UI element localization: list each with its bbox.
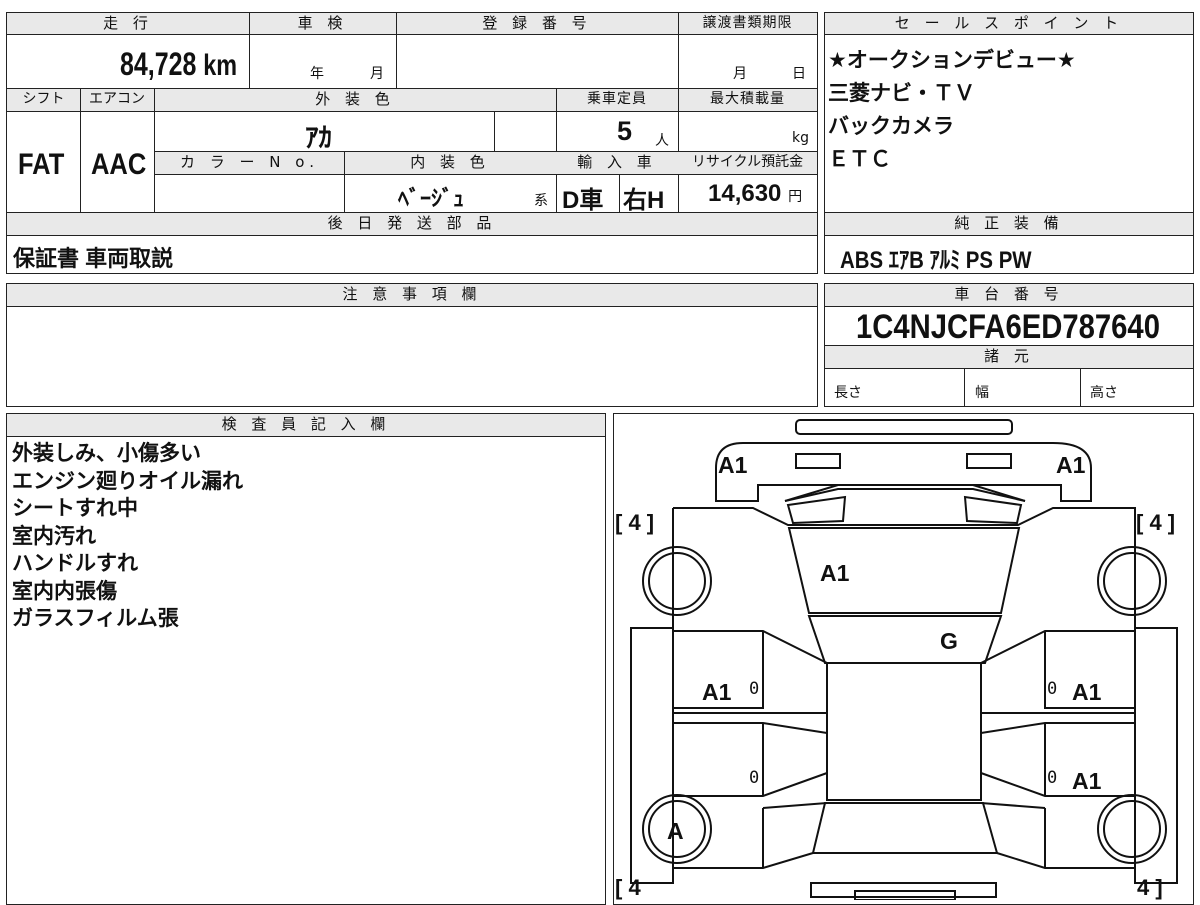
front-right-door-num: 0 <box>1047 679 1058 699</box>
height-label: 高さ <box>1090 385 1118 401</box>
inspector-note: シートすれ中 <box>12 496 138 520</box>
mileage-header: 走 行 <box>7 13 249 35</box>
inspector-note: 室内内張傷 <box>12 578 117 603</box>
inspector-note: 外装しみ、小傷多い <box>12 441 201 465</box>
sales-point-item: 三菱ナビ・ＴＶ <box>828 81 975 105</box>
shift-header: シフト <box>7 89 80 112</box>
tire-rear-left-label: [ 4 <box>615 875 641 900</box>
exterior-color-header: 外 装 色 <box>154 89 556 112</box>
max-load-unit: kg <box>792 130 809 146</box>
hood-mark: A1 <box>820 560 850 586</box>
sales-point-item: ＥＴＣ <box>828 147 891 171</box>
inspection-header: 車 検 <box>249 13 396 35</box>
front-right-door-mark: A1 <box>1072 679 1102 705</box>
front-left-corner-mark: A1 <box>718 452 748 478</box>
transfer-month: 月 <box>733 66 747 82</box>
tire-front-right-label: [ 4 ] <box>1136 510 1176 535</box>
front-left-door-num: 0 <box>749 679 760 699</box>
recycle-fee-header: リサイクル預託金 <box>678 152 817 175</box>
capacity-header: 乗車定員 <box>556 89 678 112</box>
inspector-note: ガラスフィルム張 <box>12 606 179 630</box>
mileage-value: 84,728 km <box>120 46 237 83</box>
transfer-deadline-header: 譲渡書類期限 <box>678 13 817 35</box>
inspector-note: エンジン廻りオイル漏れ <box>12 468 243 493</box>
front-left-door-mark: A1 <box>702 679 732 705</box>
sales-point-item: バックカメラ <box>828 114 954 138</box>
later-parts-value: 保証書 車両取説 <box>13 246 174 271</box>
standard-equipment-value: ABS ｴｱB ｱﾙﾐ PS PW <box>840 247 1032 274</box>
tire-front-left-label: [ 4 ] <box>615 510 655 535</box>
aircon-value: AAC <box>91 148 147 181</box>
interior-color-value: ﾍﾞｰｼﾞｭ <box>398 186 465 211</box>
registration-header: 登 録 番 号 <box>396 13 678 35</box>
chassis-number: 1C4NJCFA6ED787640 <box>856 308 1160 346</box>
mileage-unit: km <box>203 49 238 82</box>
recycle-unit: 円 <box>788 188 803 204</box>
tire-rear-right-label: 4 ] <box>1137 875 1163 900</box>
inspector-notes-list: 外装しみ、小傷多い エンジン廻りオイル漏れ シートすれ中 室内汚れ ハンドルすれ… <box>12 440 243 633</box>
windshield-mark: G <box>940 628 958 654</box>
sales-points-header: セ ー ル ス ポ イ ン ト <box>825 13 1193 35</box>
sales-points-list: ★オークションデビュー★ 三菱ナビ・ＴＶ バックカメラ ＥＴＣ <box>828 44 1076 176</box>
mileage-number: 84,728 <box>120 46 197 82</box>
car-diagram <box>630 419 1178 900</box>
import-header: 輸 入 車 <box>556 152 678 175</box>
inspection-year: 年 <box>310 66 324 82</box>
front-right-corner-mark: A1 <box>1056 452 1086 478</box>
import-value: D車 <box>562 187 604 214</box>
length-label: 長さ <box>834 385 862 401</box>
capacity-value: 5 <box>617 116 633 146</box>
exterior-color-value: ｱｶ <box>305 123 332 153</box>
shift-value: FAT <box>18 148 65 181</box>
inspector-note: ハンドルすれ <box>12 551 138 575</box>
inspection-month: 月 <box>370 66 384 82</box>
color-no-header: カ ラ ー N o. <box>155 152 344 175</box>
transfer-day: 日 <box>792 66 806 82</box>
recycle-number: 14,630 <box>708 180 782 207</box>
inspector-note: 室内汚れ <box>12 523 96 548</box>
specs-header: 諸 元 <box>825 346 1193 369</box>
rear-left-door-num: 0 <box>749 768 760 788</box>
interior-suffix: 系 <box>534 193 548 209</box>
rear-right-door-num: 0 <box>1047 768 1058 788</box>
rear-left-wheel-mark: A <box>667 818 684 844</box>
inspector-header: 検 査 員 記 入 欄 <box>7 414 605 437</box>
notes-header: 注 意 事 項 欄 <box>7 284 817 307</box>
max-load-header: 最大積載量 <box>678 89 817 112</box>
steering-value: 右H <box>623 187 665 214</box>
sales-point-item: ★オークションデビュー★ <box>828 48 1076 72</box>
aircon-header: エアコン <box>80 89 154 112</box>
recycle-value: 14,630 円 <box>708 180 802 208</box>
width-label: 幅 <box>975 385 989 401</box>
later-parts-header: 後 日 発 送 部 品 <box>7 213 817 236</box>
chassis-header: 車 台 番 号 <box>825 284 1193 307</box>
standard-equipment-header: 純 正 装 備 <box>825 213 1193 236</box>
capacity-unit: 人 <box>655 133 669 149</box>
interior-color-header: 内 装 色 <box>344 152 556 175</box>
rear-right-door-mark: A1 <box>1072 768 1102 794</box>
